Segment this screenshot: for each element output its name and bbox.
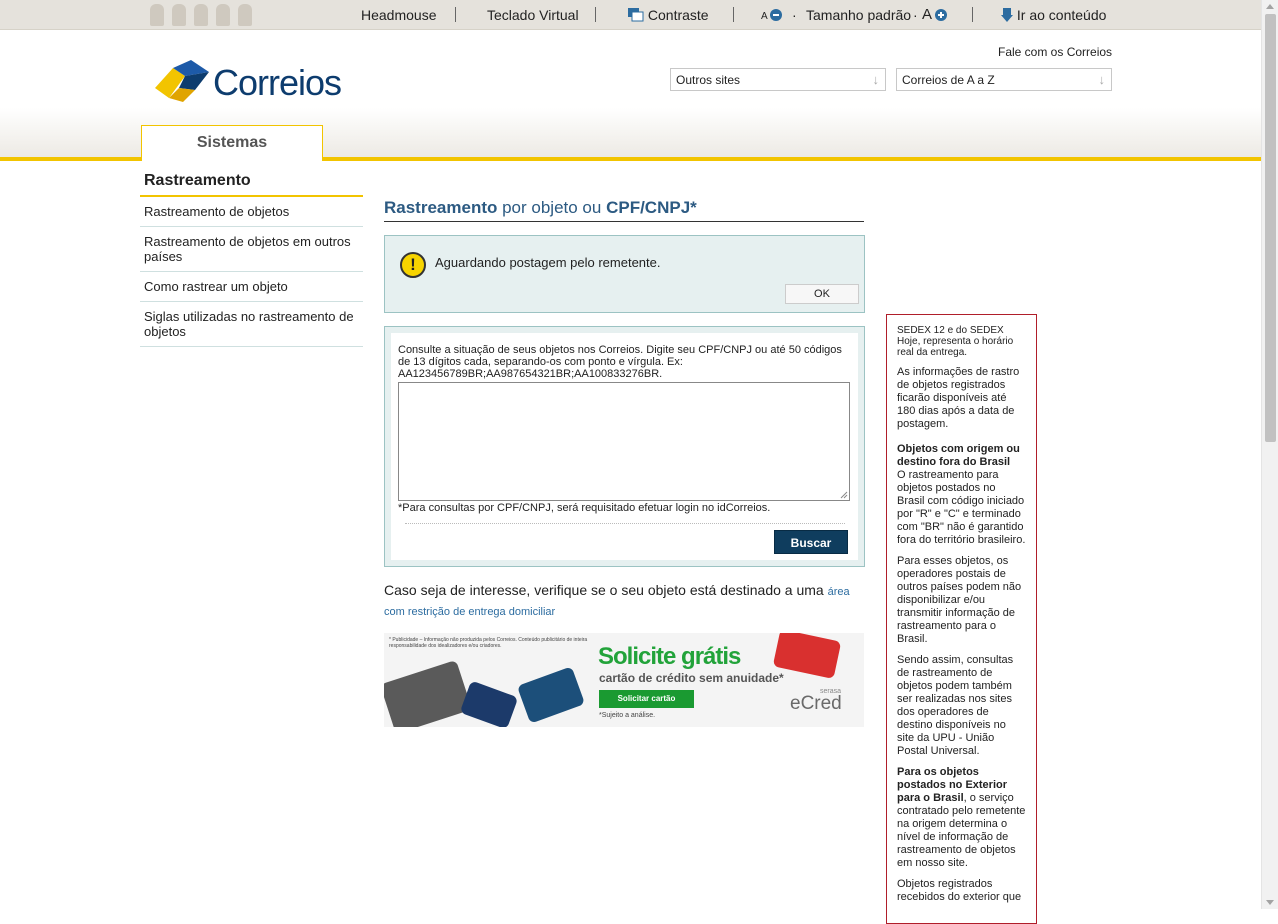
ad-footnote: *Sujeito a análise. — [599, 712, 656, 719]
nav-item-rastreamento-objetos[interactable]: Rastreamento de objetos — [140, 197, 363, 227]
tab-sistemas[interactable]: Sistemas — [141, 125, 323, 161]
sidebar-text: O rastreamento para objetos postados no … — [897, 469, 1026, 546]
contrast-icon — [628, 8, 644, 22]
headmouse-link[interactable]: Headmouse — [361, 7, 437, 23]
correios-a-z-select[interactable]: Correios de A a Z ↓ — [896, 68, 1112, 91]
sidebar-paragraph: Para os objetos postados no Exterior par… — [897, 766, 1026, 870]
accessibility-people-icons — [150, 4, 252, 26]
tracking-codes-textarea[interactable] — [398, 382, 850, 501]
form-description: Consulte a situação de seus objetos nos … — [398, 344, 842, 380]
plus-circle-icon — [935, 9, 948, 21]
ok-button[interactable]: OK — [785, 284, 859, 304]
correios-logo-icon — [155, 60, 209, 102]
sidebar-text: Sendo assim, consultas de rastreamento d… — [897, 654, 1014, 757]
title-bold2: CPF/CNPJ* — [606, 198, 697, 217]
scroll-down-icon[interactable] — [1266, 900, 1274, 905]
form-note: *Para consultas por CPF/CNPJ, será requi… — [398, 502, 771, 514]
outros-sites-select[interactable]: Outros sites ↓ — [670, 68, 886, 91]
sidebar-heading: Objetos com origem ou destino fora do Br… — [897, 443, 1020, 468]
correios-logo[interactable]: Correios — [155, 58, 355, 104]
nav-item-outros-paises[interactable]: Rastreamento de objetos em outros países — [140, 227, 363, 272]
increase-font-button[interactable]: A — [922, 6, 948, 23]
tamanho-padrao-link[interactable]: Tamanho padrão — [806, 7, 911, 23]
buscar-button[interactable]: Buscar — [774, 530, 848, 554]
caso-text: Caso seja de interesse, verifique se o s… — [384, 582, 828, 598]
scrollbar-thumb[interactable] — [1265, 14, 1276, 442]
nav-item-como-rastrear[interactable]: Como rastrear um objeto — [140, 272, 363, 302]
sidebar-text: As informações de rastro de objetos regi… — [897, 366, 1020, 430]
ecred-logo: eCred — [790, 693, 842, 714]
tracking-form: Consulte a situação de seus objetos nos … — [384, 326, 865, 567]
fale-com-correios-link[interactable]: Fale com os Correios — [998, 45, 1112, 59]
solicitar-cartao-button[interactable]: Solicitar cartão — [599, 690, 694, 708]
divider — [405, 523, 845, 524]
ad-headline: Solicite grátis — [598, 643, 741, 670]
contraste-label: Contraste — [647, 7, 709, 23]
ad-subheadline: cartão de crédito sem anuidade* — [599, 671, 784, 685]
page-title: Rastreamento por objeto ou CPF/CNPJ* — [384, 198, 864, 222]
title-mid: por objeto ou — [497, 198, 607, 217]
nav-item-siglas[interactable]: Siglas utilizadas no rastreamento de obj… — [140, 302, 363, 347]
a-minus-label: A — [761, 11, 768, 22]
card-image — [459, 680, 519, 727]
sidebar-text: SEDEX 12 e do SEDEX Hoje, representa o h… — [897, 325, 1014, 358]
warning-icon: ! — [400, 252, 426, 278]
title-bold: Rastreamento — [384, 198, 498, 217]
correios-a-z-value: Correios de A a Z — [902, 73, 995, 87]
card-image — [384, 659, 473, 727]
nav-title: Rastreamento — [140, 172, 363, 197]
ir-ao-conteudo-link[interactable]: Ir ao conteúdo — [1001, 7, 1106, 23]
info-sidebar: SEDEX 12 e do SEDEX Hoje, representa o h… — [886, 314, 1037, 924]
a-plus-label: A — [922, 6, 932, 23]
ad-banner[interactable]: * Publicidade – Informação não produzida… — [384, 633, 864, 727]
resize-handle-icon[interactable] — [840, 491, 848, 499]
arrow-down-icon — [1001, 8, 1013, 22]
arrow-down-icon: ↓ — [872, 72, 880, 87]
restricao-text: Caso seja de interesse, verifique se o s… — [384, 581, 864, 621]
teclado-virtual-link[interactable]: Teclado Virtual — [487, 7, 579, 23]
contraste-link[interactable]: Contraste — [628, 7, 709, 23]
arrow-down-icon: ↓ — [1098, 72, 1106, 87]
sidebar-text: Para esses objetos, os operadores postai… — [897, 555, 1022, 645]
decrease-font-button[interactable]: A — [761, 9, 782, 22]
alert-message: Aguardando postagem pelo remetente. — [435, 255, 661, 270]
outros-sites-value: Outros sites — [676, 73, 741, 87]
accessibility-bar: Headmouse Teclado Virtual Contraste A · … — [0, 0, 1261, 30]
ad-disclaimer: * Publicidade – Informação não produzida… — [389, 637, 588, 649]
minus-circle-icon — [769, 9, 782, 21]
card-image — [516, 666, 586, 724]
scroll-up-icon[interactable] — [1266, 4, 1274, 9]
ir-ao-conteudo-label: Ir ao conteúdo — [1016, 7, 1107, 23]
page-scrollbar[interactable] — [1261, 0, 1278, 909]
logo-text: Correios — [213, 62, 342, 103]
left-nav: Rastreamento Rastreamento de objetos Ras… — [140, 172, 363, 347]
alert-box: ! Aguardando postagem pelo remetente. OK — [384, 235, 865, 313]
sidebar-text: Objetos registrados recebidos do exterio… — [897, 878, 1022, 903]
